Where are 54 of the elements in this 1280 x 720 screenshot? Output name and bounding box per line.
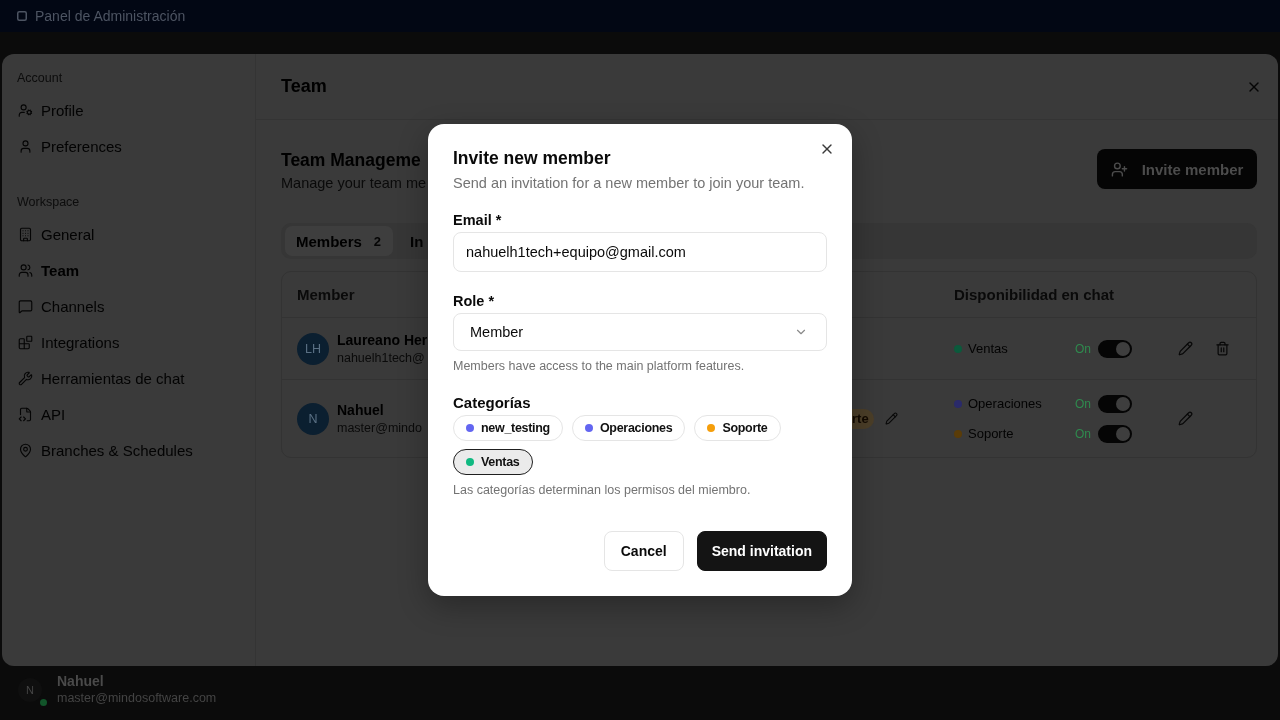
page-title: Team — [281, 76, 327, 97]
users-icon — [18, 262, 33, 278]
app-title: Panel de Administración — [35, 8, 186, 24]
category-chip[interactable]: Ventas — [453, 449, 533, 475]
tab-count: 2 — [373, 233, 382, 249]
toggle-switch[interactable] — [1098, 339, 1132, 358]
sidebar-item[interactable]: Integrations — [17, 324, 240, 360]
trash-icon[interactable] — [1215, 341, 1230, 356]
field-hint: Members have access to the main platform features. — [453, 358, 745, 374]
sidebar-item[interactable]: Team — [17, 252, 240, 288]
member-avatar: N — [297, 402, 329, 435]
field-label: Email * — [453, 211, 502, 229]
file-code-icon — [18, 406, 33, 422]
status-label: On — [1075, 426, 1092, 441]
pencil-icon[interactable] — [1178, 341, 1193, 356]
dialog-description: Send an invitation for a new member to join your team. — [453, 174, 806, 193]
square-icon — [17, 11, 27, 21]
pencil-icon[interactable] — [884, 412, 898, 425]
section-title: Team Manageme — [281, 149, 421, 171]
member-name: Laureano Her — [337, 331, 428, 350]
chat-bubble-icon — [18, 298, 33, 314]
field-label: Categorías — [453, 393, 531, 413]
building-icon — [18, 226, 33, 242]
wrench-icon — [18, 370, 33, 386]
cancel-button[interactable]: Cancel — [603, 531, 684, 571]
user-icon — [18, 138, 33, 154]
category-chip[interactable]: new_testing — [453, 415, 563, 441]
map-pin-icon — [18, 442, 33, 458]
category-chip[interactable]: Operaciones — [571, 415, 686, 441]
toggle-switch[interactable] — [1098, 394, 1132, 413]
blocks-icon — [18, 334, 33, 350]
user-plus-icon — [1110, 160, 1128, 178]
status-label: On — [1075, 341, 1092, 356]
tab[interactable]: Members 2 — [285, 226, 394, 256]
send-invitation-button[interactable]: Send invitation — [696, 531, 827, 571]
invite-member-button[interactable]: Invite member — [1097, 149, 1257, 189]
member-avatar: LH — [297, 332, 329, 365]
pencil-icon[interactable] — [1178, 411, 1193, 426]
member-name: Nahuel — [337, 401, 384, 420]
field-label: Role * — [453, 292, 495, 310]
email-field[interactable]: nahuelh1tech+equipo@gmail.com — [453, 232, 827, 272]
role-select[interactable]: Member — [453, 313, 827, 351]
user-name: Nahuel — [57, 673, 104, 690]
toggle-switch[interactable] — [1098, 424, 1132, 443]
sidebar-item[interactable]: API — [17, 396, 240, 432]
category-chip[interactable]: Soporte — [694, 415, 781, 441]
status-label: On — [1075, 396, 1092, 411]
category-name: Ventas — [968, 341, 1009, 356]
category-name: Operaciones — [968, 396, 1043, 411]
sidebar-item[interactable]: Channels — [17, 288, 240, 324]
user-email: master@mindosoftware.com — [57, 690, 217, 707]
user-gear-icon — [18, 102, 33, 118]
dialog-title: Invite new member — [453, 148, 612, 168]
field-hint: Las categorías determinan los permisos del miembro. — [453, 482, 751, 498]
